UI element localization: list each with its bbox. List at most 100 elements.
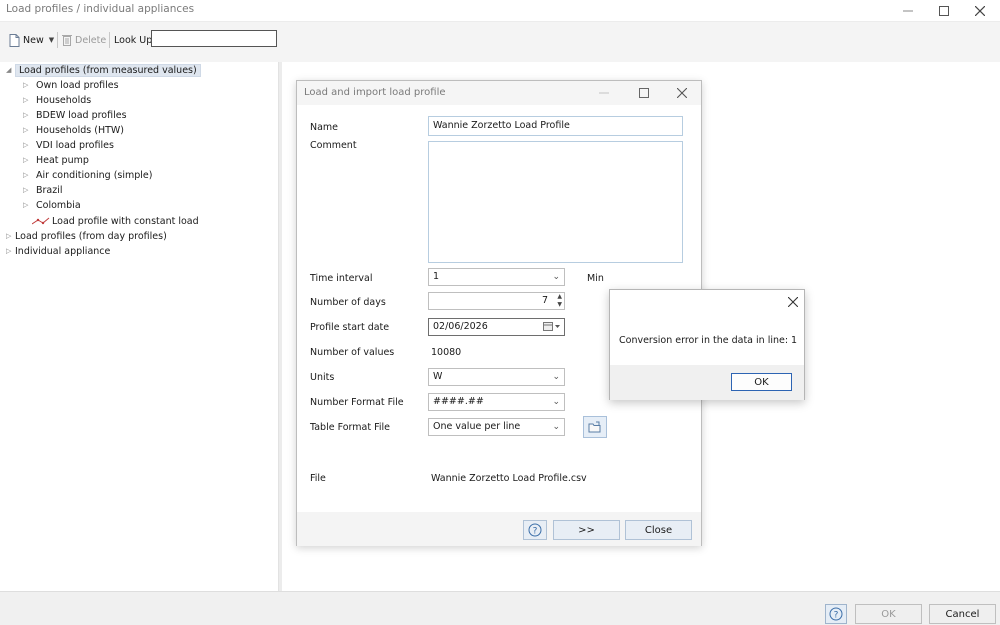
time-interval-select[interactable]: 1 ⌄: [428, 268, 565, 286]
lookup-label: Look Up: [114, 31, 152, 49]
new-button[interactable]: New ▼: [9, 31, 54, 49]
tree-item-label: Households: [36, 94, 92, 106]
tree-item[interactable]: ▷ BDEW load profiles: [23, 108, 127, 122]
tree-item-measured-values[interactable]: ◢ Load profiles (from measured values): [6, 63, 201, 77]
dialog-footer: ? >> Close: [297, 512, 701, 546]
time-interval-label: Time interval: [310, 273, 373, 284]
table-format-value: One value per line: [433, 421, 521, 432]
tree-item[interactable]: ▷ Brazil: [23, 183, 63, 197]
tree-item-label: BDEW load profiles: [36, 109, 127, 121]
tree-item[interactable]: ▷ Air conditioning (simple): [23, 168, 152, 182]
delete-button[interactable]: Delete: [62, 31, 106, 49]
dialog-title: Load and import load profile: [304, 87, 446, 98]
start-date-value: 02/06/2026: [433, 321, 488, 332]
collapse-triangle-icon[interactable]: ◢: [6, 66, 15, 74]
close-icon: [676, 87, 688, 99]
dialog-help-button[interactable]: ?: [523, 520, 547, 540]
time-interval-unit: Min: [587, 273, 604, 284]
minimize-icon: [903, 10, 913, 12]
number-format-select[interactable]: ####.## ⌄: [428, 393, 565, 411]
tree-item-label: Brazil: [36, 184, 63, 196]
tree-item[interactable]: ▷ Heat pump: [23, 153, 89, 167]
calendar-icon[interactable]: [543, 321, 561, 335]
expand-triangle-icon[interactable]: ▷: [23, 141, 32, 149]
main-footer: ? OK Cancel: [0, 591, 1000, 625]
chevron-down-icon: ⌄: [552, 372, 560, 382]
dialog-title-bar: Load and import load profile: [297, 81, 701, 105]
comment-label: Comment: [310, 140, 357, 151]
maximize-icon: [639, 88, 649, 98]
help-button[interactable]: ?: [825, 604, 847, 624]
comment-field[interactable]: [428, 141, 683, 263]
dialog-minimize-button[interactable]: [599, 88, 609, 101]
close-window-button[interactable]: [962, 0, 998, 22]
expand-triangle-icon[interactable]: ▷: [23, 156, 32, 164]
tree-item-day-profiles[interactable]: ▷ Load profiles (from day profiles): [6, 229, 167, 243]
message-close-button[interactable]: [787, 296, 799, 310]
tree-item[interactable]: ▷ Households (HTW): [23, 123, 124, 137]
maximize-button[interactable]: [926, 0, 962, 22]
days-stepper[interactable]: 7 ▲ ▼: [428, 292, 565, 310]
toolbar: New ▼ Delete Look Up: [0, 22, 1000, 62]
minimize-button[interactable]: [890, 0, 926, 22]
expand-triangle-icon[interactable]: ▷: [23, 186, 32, 194]
dialog-close-text-button[interactable]: Close: [625, 520, 692, 540]
tree-item[interactable]: ▷ VDI load profiles: [23, 138, 114, 152]
tree-item-label: Load profiles (from measured values): [15, 63, 201, 77]
units-select[interactable]: W ⌄: [428, 368, 565, 386]
window-title-bar: Load profiles / individual appliances: [0, 0, 1000, 22]
stepper-arrows-icon[interactable]: ▲ ▼: [557, 293, 562, 309]
lookup-label-text: Look Up: [114, 34, 153, 46]
next-button[interactable]: >>: [553, 520, 620, 540]
num-values-value: 10080: [431, 347, 462, 358]
chevron-down-icon: ▼: [48, 36, 55, 44]
tree-item[interactable]: ▷ Own load profiles: [23, 78, 119, 92]
lookup-input[interactable]: [151, 30, 277, 47]
expand-triangle-icon[interactable]: ▷: [6, 232, 15, 240]
table-format-select[interactable]: One value per line ⌄: [428, 418, 565, 436]
trash-icon: [62, 35, 72, 46]
help-icon: ?: [528, 523, 542, 537]
new-document-icon: [9, 33, 20, 47]
svg-text:?: ?: [834, 611, 839, 621]
expand-triangle-icon[interactable]: ▷: [23, 201, 32, 209]
footer-cancel-button[interactable]: Cancel: [929, 604, 996, 624]
tree-panel: ◢ Load profiles (from measured values) ▷…: [0, 62, 279, 591]
expand-triangle-icon[interactable]: ▷: [23, 81, 32, 89]
message-body: Conversion error in the data in line: 1: [610, 315, 804, 365]
dialog-maximize-button[interactable]: [639, 88, 649, 101]
name-field[interactable]: Wannie Zorzetto Load Profile: [428, 116, 683, 136]
open-folder-icon: [588, 421, 601, 433]
tree-item-individual-appliance[interactable]: ▷ Individual appliance: [6, 244, 110, 258]
start-date-picker[interactable]: 02/06/2026: [428, 318, 565, 336]
tree-item-label: Load profiles (from day profiles): [15, 230, 167, 242]
chevron-down-icon: ⌄: [552, 272, 560, 282]
maximize-icon: [939, 6, 949, 16]
number-format-label: Number Format File: [310, 397, 404, 408]
tree-item[interactable]: ▷ Households: [23, 93, 91, 107]
days-label: Number of days: [310, 297, 386, 308]
expand-triangle-icon[interactable]: ▷: [23, 171, 32, 179]
table-format-label: Table Format File: [310, 422, 390, 433]
expand-triangle-icon[interactable]: ▷: [23, 96, 32, 104]
open-file-button[interactable]: [583, 416, 607, 438]
message-title-bar: [610, 290, 804, 315]
expand-triangle-icon[interactable]: ▷: [23, 126, 32, 134]
time-interval-value: 1: [433, 271, 440, 282]
load-curve-icon: [32, 217, 50, 225]
expand-triangle-icon[interactable]: ▷: [23, 111, 32, 119]
days-value: 7: [541, 295, 548, 306]
message-ok-button[interactable]: OK: [731, 373, 792, 391]
dialog-close-button[interactable]: [676, 87, 688, 101]
tree-item[interactable]: ▷ Colombia: [23, 198, 81, 212]
tree-item-label: Load profile with constant load: [52, 215, 199, 227]
close-icon: [787, 296, 799, 308]
footer-ok-button[interactable]: OK: [855, 604, 922, 624]
tree-item-constant-load[interactable]: Load profile with constant load: [32, 214, 199, 228]
new-button-label: New: [23, 34, 44, 46]
expand-triangle-icon[interactable]: ▷: [6, 247, 15, 255]
tree-item-label: Air conditioning (simple): [36, 169, 153, 181]
tree-item-label: Own load profiles: [36, 79, 119, 91]
number-format-value: ####.##: [433, 396, 484, 407]
delete-button-label: Delete: [75, 34, 107, 46]
